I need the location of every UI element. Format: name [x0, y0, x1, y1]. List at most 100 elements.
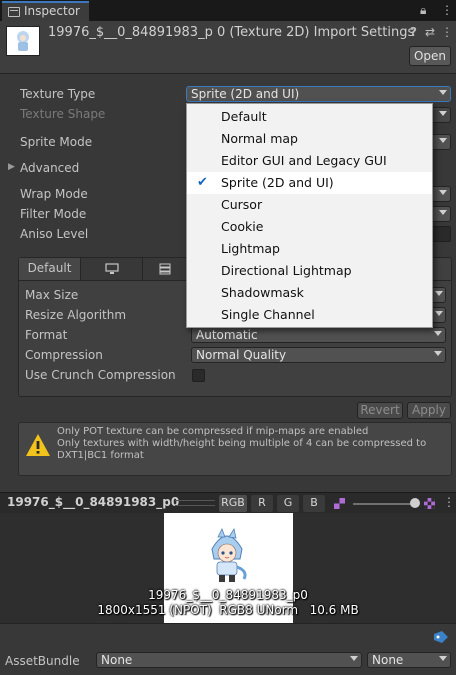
warning-line: DXT1|BC1 format	[57, 450, 144, 461]
preview-more-icon[interactable]: ⋮	[443, 495, 455, 509]
preview-caption-info: 1800x1551 (NPOT) RGB8 UNorm 10.6 MB	[97, 603, 359, 617]
alpha-checker-icon[interactable]	[334, 498, 345, 509]
menu-item-single-channel[interactable]: Single Channel	[187, 304, 432, 326]
chevron-down-icon	[439, 656, 447, 661]
menu-item-shadowmask[interactable]: Shadowmask	[187, 282, 432, 304]
texture-type-menu: Default Normal map Editor GUI and Legacy…	[186, 103, 433, 328]
menu-item-label: Single Channel	[221, 307, 315, 322]
tab-inspector[interactable]: Inspector	[2, 1, 89, 21]
tab-inspector-label: Inspector	[24, 4, 80, 18]
resize-algorithm-label: Resize Algorithm	[25, 308, 127, 322]
assetbundle-dropdown[interactable]: None	[96, 652, 362, 668]
sprite-mode-label: Sprite Mode	[20, 135, 93, 149]
drag-handle[interactable]	[175, 500, 215, 506]
assetbundle-variant-dropdown[interactable]: None	[367, 652, 451, 668]
assetbundle-bar: AssetBundle None None	[0, 623, 456, 675]
sprite-character-image	[211, 527, 247, 582]
chevron-down-icon	[439, 190, 447, 195]
tab-server[interactable]	[143, 258, 187, 280]
warning-line: Only POT texture can be compressed if mi…	[57, 426, 369, 437]
tab-default-label: Default	[27, 261, 72, 275]
lock-icon[interactable]: 🔒︎	[420, 3, 426, 18]
tab-standalone[interactable]	[81, 258, 143, 280]
more-menu-icon[interactable]: ⋮	[441, 3, 453, 17]
texture-type-value: Sprite (2D and UI)	[191, 87, 300, 101]
compression-dropdown[interactable]: Normal Quality	[191, 347, 446, 363]
chevron-down-icon	[439, 90, 447, 95]
warning-icon	[26, 434, 50, 456]
server-icon	[159, 263, 171, 275]
menu-item-normal-map[interactable]: Normal map	[187, 128, 432, 150]
settings-menu-icon[interactable]: ⋮	[441, 25, 453, 39]
texture-type-label: Texture Type	[20, 87, 96, 101]
menu-item-label: Cursor	[221, 197, 263, 212]
label-tag-icon[interactable]	[433, 630, 449, 644]
checkmark-icon: ✔	[197, 175, 208, 190]
open-button[interactable]: Open	[409, 46, 451, 66]
menu-item-label: Sprite (2D and UI)	[221, 175, 334, 190]
wrap-mode-label: Wrap Mode	[20, 187, 88, 201]
aniso-level-field[interactable]	[430, 226, 451, 242]
menu-item-cookie[interactable]: Cookie	[187, 216, 432, 238]
asset-thumbnail	[6, 26, 40, 56]
max-size-label: Max Size	[25, 288, 79, 302]
foldout-arrow-icon[interactable]: ▶	[8, 162, 15, 172]
texture-shape-label: Texture Shape	[20, 107, 106, 121]
format-dropdown[interactable]: Automatic	[191, 327, 446, 343]
variant-value: None	[372, 653, 404, 667]
compression-label: Compression	[25, 348, 103, 362]
menu-item-sprite[interactable]: ✔ Sprite (2D and UI)	[187, 172, 432, 194]
format-label: Format	[25, 328, 68, 342]
preview-title: 19976_$__0_84891983_p0	[7, 495, 180, 509]
assetbundle-value: None	[101, 653, 133, 667]
help-icon[interactable]: ?	[410, 25, 417, 39]
menu-item-directional-lightmap[interactable]: Directional Lightmap	[187, 260, 432, 282]
menu-item-cursor[interactable]: Cursor	[187, 194, 432, 216]
warning-text: Only POT texture can be compressed if mi…	[57, 426, 426, 462]
chevron-down-icon	[434, 331, 442, 336]
compression-value: Normal Quality	[196, 348, 287, 362]
chevron-down-icon	[434, 351, 442, 356]
mip-level-slider[interactable]	[353, 503, 415, 505]
warning-help-box: Only POT texture can be compressed if mi…	[18, 422, 452, 476]
tab-default[interactable]: Default	[19, 258, 81, 280]
menu-item-editor-gui[interactable]: Editor GUI and Legacy GUI	[187, 150, 432, 172]
mip-checker-icon[interactable]	[424, 498, 435, 509]
sprite-mode-dropdown[interactable]	[430, 134, 451, 150]
chevron-down-icon	[439, 111, 447, 116]
apply-button[interactable]: Apply	[407, 402, 451, 419]
inspector-icon	[8, 7, 20, 17]
r-channel-button[interactable]: R	[251, 495, 273, 512]
aniso-level-label: Aniso Level	[20, 227, 89, 241]
window-tab-bar: Inspector 🔒︎ ⋮	[0, 0, 456, 21]
format-value: Automatic	[196, 328, 258, 342]
chevron-down-icon	[435, 291, 443, 296]
g-channel-button[interactable]: G	[277, 495, 299, 512]
chevron-down-icon	[350, 656, 358, 661]
chevron-down-icon	[435, 311, 443, 316]
assetbundle-label: AssetBundle	[5, 654, 80, 668]
menu-item-label: Normal map	[221, 131, 298, 146]
advanced-foldout[interactable]: Advanced	[20, 161, 79, 175]
menu-item-lightmap[interactable]: Lightmap	[187, 238, 432, 260]
crunch-compression-checkbox[interactable]	[192, 369, 205, 382]
b-channel-button[interactable]: B	[303, 495, 325, 512]
chevron-down-icon	[439, 210, 447, 215]
asset-header: 19976_$__0_84891983_p 0 (Texture 2D) Imp…	[0, 21, 456, 74]
chevron-down-icon	[439, 138, 447, 143]
preset-icon[interactable]: ⇄	[425, 25, 435, 39]
filter-mode-label: Filter Mode	[20, 207, 87, 221]
mip-slider-thumb[interactable]	[410, 498, 420, 508]
filter-mode-dropdown[interactable]	[430, 206, 451, 222]
menu-item-label: Default	[221, 109, 267, 124]
texture-type-dropdown[interactable]: Sprite (2D and UI)	[186, 86, 451, 102]
menu-item-label: Shadowmask	[221, 285, 304, 300]
rgb-channel-button[interactable]: RGB	[219, 495, 247, 512]
menu-item-label: Cookie	[221, 219, 264, 234]
revert-button[interactable]: Revert	[357, 402, 403, 419]
asset-title: 19976_$__0_84891983_p 0 (Texture 2D) Imp…	[48, 25, 415, 40]
monitor-icon	[104, 263, 119, 274]
preview-toolbar: 19976_$__0_84891983_p0 RGB R G B ⋮	[0, 492, 456, 513]
wrap-mode-dropdown[interactable]	[430, 186, 451, 202]
menu-item-default[interactable]: Default	[187, 106, 432, 128]
